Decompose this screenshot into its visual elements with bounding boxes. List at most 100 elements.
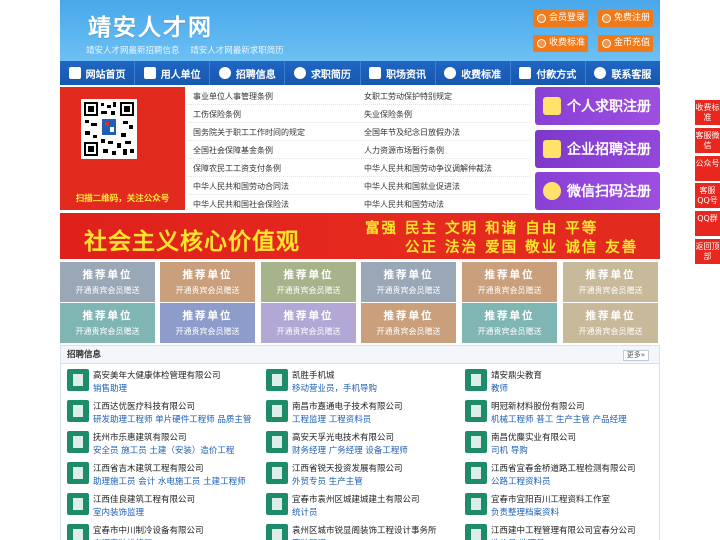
job-item[interactable]: 江西省锐天投资发展有限公司 外贸专员 生产主管: [260, 459, 450, 489]
employer-register-button[interactable]: 企业招聘注册: [535, 130, 660, 168]
company-name[interactable]: 江西省吉木建筑工程有限公司: [93, 462, 204, 474]
site-title[interactable]: 靖安人才网: [88, 8, 213, 42]
regulation-link[interactable]: 中华人民共和国就业促进法: [364, 181, 460, 192]
regulation-link[interactable]: 工伤保险条例: [193, 109, 241, 120]
recommend-slot[interactable]: 推荐单位 开通贵宾会员赠送: [563, 303, 658, 343]
latest-resumes-link[interactable]: 靖安人才网最新求职简历: [190, 46, 284, 56]
register-button[interactable]: 免费注册: [598, 10, 653, 27]
company-name[interactable]: 凯胜手机城: [292, 369, 335, 381]
job-item[interactable]: 抚州市乐惠建筑有限公司 安全员 施工员 土建（安装）造价工程: [61, 428, 251, 458]
jobseeker-register-button[interactable]: 个人求职注册: [535, 87, 660, 125]
regulation-link[interactable]: 全国社会保障基金条例: [193, 145, 273, 156]
company-name[interactable]: 江西佳良建筑工程有限公司: [93, 493, 195, 505]
regulation-link[interactable]: 国务院关于职工工作时间的规定: [193, 127, 305, 138]
job-item[interactable]: 凯胜手机城 移动营业员，手机导购: [260, 366, 450, 396]
job-item[interactable]: 宜春市中川制冷设备有限公司空调安装维修工: [61, 521, 251, 540]
company-name[interactable]: 宜春市中川制冷设备有限公司: [93, 524, 204, 536]
regulation-link[interactable]: 中华人民共和国劳动合同法: [193, 181, 289, 192]
recharge-button[interactable]: 金币充值: [598, 35, 653, 52]
recommend-slot[interactable]: 推荐单位 开通贵宾会员赠送: [462, 303, 557, 343]
job-positions[interactable]: 助理施工员 会计 水电施工员 土建工程师: [93, 475, 246, 487]
regulation-link[interactable]: 中华人民共和国劳动法: [364, 199, 444, 210]
floating-button[interactable]: 收费标准: [695, 100, 720, 125]
job-item[interactable]: 高安美年大健康体检管理有限公司 销售助理: [61, 366, 251, 396]
job-positions[interactable]: 机械工程师 普工 生产主管 产品经理: [491, 413, 627, 425]
regulation-link[interactable]: 女职工劳动保护特别规定: [364, 91, 452, 102]
latest-jobs-link[interactable]: 靖安人才网最新招聘信息: [86, 46, 180, 56]
floating-button[interactable]: 客服微信: [695, 128, 720, 153]
recommend-slot[interactable]: 推荐单位 开通贵宾会员赠送: [462, 262, 557, 302]
recommend-slot[interactable]: 推荐单位 开通贵宾会员赠送: [361, 303, 456, 343]
floating-button[interactable]: QQ群: [695, 211, 720, 236]
job-item[interactable]: 高安天孚光电技术有限公司 财务经理 广务经理 设备工程师: [260, 428, 450, 458]
recommend-slot[interactable]: 推荐单位 开通贵宾会员赠送: [60, 303, 155, 343]
job-positions[interactable]: 负责整理档案资料: [491, 506, 559, 518]
wechat-register-button[interactable]: 微信扫码注册: [535, 172, 660, 210]
login-button[interactable]: 会员登录: [533, 10, 588, 27]
job-item[interactable]: 南昌市嘉通电子技术有限公司 工程监理 工程资料员: [260, 397, 450, 427]
job-item[interactable]: 江西省宜春金桥道路工程检测有限公司 公路工程资料员: [459, 459, 649, 489]
company-name[interactable]: 南昌市嘉通电子技术有限公司: [292, 400, 403, 412]
company-name[interactable]: 袁州区城市锐显阁装饰工程设计事务所: [292, 524, 437, 536]
recommend-slot[interactable]: 推荐单位 开通贵宾会员赠送: [60, 262, 155, 302]
job-item[interactable]: 靖安鼎尖教育 教师: [459, 366, 649, 396]
regulation-link[interactable]: 全国年节及纪念日放假办法: [364, 127, 460, 138]
job-positions[interactable]: 安全员 施工员 土建（安装）造价工程: [93, 444, 234, 456]
job-item[interactable]: 江西佳良建筑工程有限公司 室内装饰监理: [61, 490, 251, 520]
regulation-link[interactable]: 失业保险条例: [364, 109, 412, 120]
job-item[interactable]: 宜春市袁州区城建城建土有限公司 统计员: [260, 490, 450, 520]
regulation-link[interactable]: 保障农民工工资支付条例: [193, 163, 281, 174]
job-item[interactable]: 宜春市宜阳百川工程资料工作室 负责整理档案资料: [459, 490, 649, 520]
job-item[interactable]: 南昌优麋实业有限公司 司机 导购: [459, 428, 649, 458]
job-item[interactable]: 明冠新材料股份有限公司 机械工程师 普工 生产主管 产品经理: [459, 397, 649, 427]
regulation-link[interactable]: 中华人民共和国劳动争议调解仲裁法: [364, 163, 492, 174]
nav-pricing[interactable]: 收费标准: [436, 61, 511, 85]
job-positions[interactable]: 销售助理: [93, 382, 127, 394]
company-name[interactable]: 宜春市袁州区城建城建土有限公司: [292, 493, 420, 505]
nav-employers[interactable]: 用人单位: [135, 61, 211, 85]
job-positions[interactable]: 司机 导购: [491, 444, 528, 456]
nav-home[interactable]: 网站首页: [60, 61, 136, 85]
regulation-link[interactable]: 事业单位人事管理条例: [193, 91, 273, 102]
regulation-link[interactable]: 人力资源市场暂行条例: [364, 145, 444, 156]
recommend-slot[interactable]: 推荐单位 开通贵宾会员赠送: [261, 303, 356, 343]
nav-payment[interactable]: 付款方式: [511, 61, 586, 85]
company-name[interactable]: 抚州市乐惠建筑有限公司: [93, 431, 187, 443]
recommend-slot[interactable]: 推荐单位 开通贵宾会员赠送: [563, 262, 658, 302]
job-positions[interactable]: 财务经理 广务经理 设备工程师: [292, 444, 408, 456]
job-positions[interactable]: 室内装饰监理: [93, 506, 144, 518]
nav-jobs[interactable]: 招聘信息: [210, 61, 286, 85]
recommend-slot[interactable]: 推荐单位 开通贵宾会员赠送: [261, 262, 356, 302]
company-name[interactable]: 明冠新材料股份有限公司: [491, 400, 585, 412]
job-item[interactable]: 江西建中工程管理有限公司宜春分公司造价员 监理员: [459, 521, 649, 540]
job-positions[interactable]: 工程监理 工程资料员: [292, 413, 371, 425]
company-name[interactable]: 江西省锐天投资发展有限公司: [292, 462, 403, 474]
pricing-button[interactable]: 收费标准: [533, 35, 588, 52]
company-name[interactable]: 江西建中工程管理有限公司宜春分公司: [491, 524, 636, 536]
company-name[interactable]: 高安美年大健康体检管理有限公司: [93, 369, 221, 381]
recommend-slot[interactable]: 推荐单位 开通贵宾会员赠送: [361, 262, 456, 302]
job-item[interactable]: 江西省吉木建筑工程有限公司 助理施工员 会计 水电施工员 土建工程师: [61, 459, 251, 489]
job-item[interactable]: 袁州区城市锐显阁装饰工程设计事务所家装顾问: [260, 521, 450, 540]
more-link[interactable]: 更多»: [622, 350, 649, 361]
job-positions[interactable]: 统计员: [292, 506, 318, 518]
job-positions[interactable]: 研发助理工程师 单片硬件工程师 品质主管: [93, 413, 251, 425]
company-name[interactable]: 高安天孚光电技术有限公司: [292, 431, 394, 443]
company-name[interactable]: 靖安鼎尖教育: [491, 369, 542, 381]
company-name[interactable]: 南昌优麋实业有限公司: [491, 431, 576, 443]
recommend-slot[interactable]: 推荐单位 开通贵宾会员赠送: [160, 303, 255, 343]
floating-button[interactable]: 公众号: [695, 156, 720, 181]
nav-news[interactable]: 职场资讯: [361, 61, 436, 85]
nav-resumes[interactable]: 求职简历: [285, 61, 361, 85]
job-positions[interactable]: 教师: [491, 382, 508, 394]
recommend-slot[interactable]: 推荐单位 开通贵宾会员赠送: [160, 262, 255, 302]
job-positions[interactable]: 移动营业员，手机导购: [292, 382, 377, 394]
company-name[interactable]: 宜春市宜阳百川工程资料工作室: [491, 493, 610, 505]
floating-button[interactable]: 返回顶部: [695, 239, 720, 264]
regulation-link[interactable]: 中华人民共和国社会保险法: [193, 199, 289, 210]
job-positions[interactable]: 公路工程资料员: [491, 475, 551, 487]
company-name[interactable]: 江西省宜春金桥道路工程检测有限公司: [491, 462, 636, 474]
job-positions[interactable]: 外贸专员 生产主管: [292, 475, 363, 487]
company-name[interactable]: 江西达优医疗科技有限公司: [93, 400, 195, 412]
nav-support[interactable]: 联系客服: [586, 61, 660, 85]
